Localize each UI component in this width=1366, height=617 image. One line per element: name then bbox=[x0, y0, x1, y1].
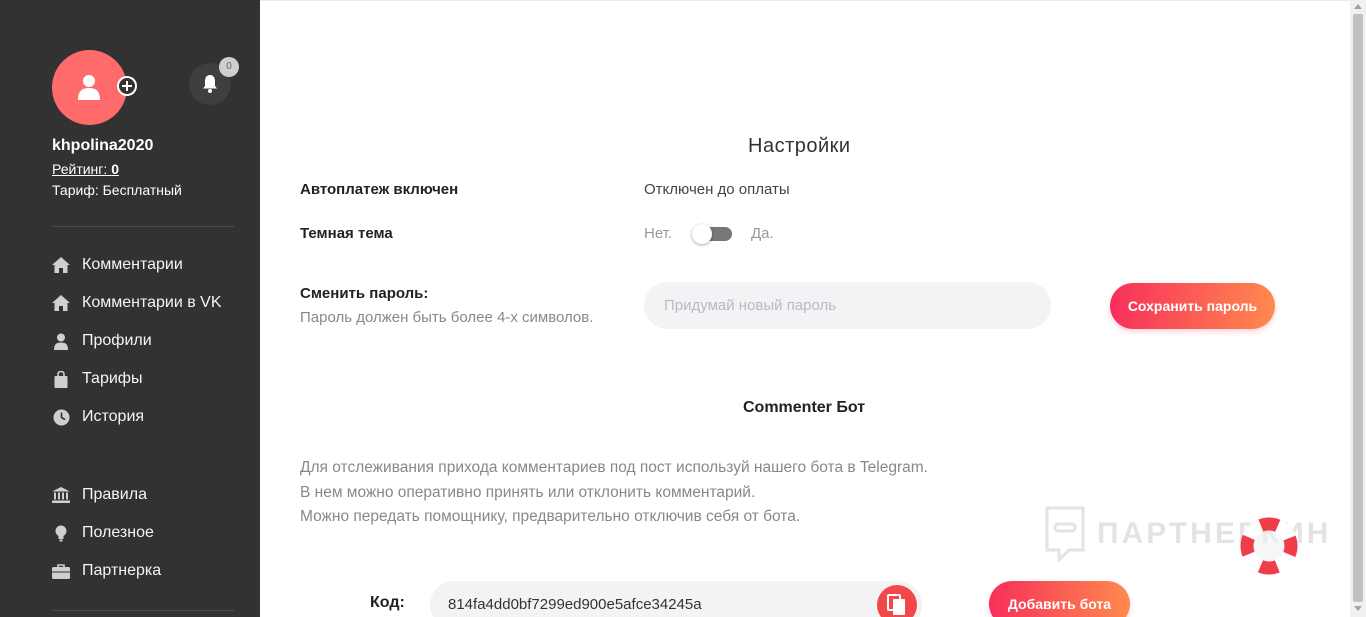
sidebar-item-label: История bbox=[82, 408, 145, 425]
sidebar-item-rules[interactable]: Правила bbox=[52, 483, 147, 507]
bag-icon bbox=[52, 370, 70, 388]
sidebar-item-comments-vk[interactable]: Комментарии в VK bbox=[52, 291, 222, 315]
home-icon bbox=[52, 256, 70, 274]
page-title: Настройки bbox=[748, 135, 851, 157]
sidebar-item-label: Профили bbox=[82, 332, 152, 349]
copy-code-button[interactable] bbox=[877, 585, 917, 617]
sidebar-item-label: Партнерка bbox=[82, 562, 162, 579]
new-password-input[interactable] bbox=[644, 282, 1051, 329]
change-password-label-text: Сменить пароль bbox=[300, 285, 424, 302]
user-icon bbox=[78, 75, 100, 100]
bot-description-line-2: В нем можно оперативно принять или откло… bbox=[300, 484, 756, 501]
bot-description-line-1: Для отслеживания прихода комментариев по… bbox=[300, 459, 928, 476]
scroll-up-arrow[interactable] bbox=[1354, 4, 1362, 9]
notifications-badge: 0 bbox=[219, 57, 239, 77]
toggle-knob[interactable] bbox=[692, 224, 712, 244]
dark-theme-label: Темная тема bbox=[300, 225, 393, 242]
autopay-label: Автоплатеж включен bbox=[300, 181, 459, 198]
save-password-button[interactable]: Сохранить пароль bbox=[1110, 283, 1275, 329]
sidebar-item-label: Комментарии bbox=[82, 256, 183, 273]
sidebar-item-comments[interactable]: Комментарии bbox=[52, 253, 183, 277]
change-password-label: Сменить пароль: bbox=[300, 285, 429, 302]
home-icon bbox=[52, 294, 70, 312]
avatar[interactable] bbox=[52, 50, 127, 125]
help-lifebuoy-button[interactable] bbox=[1238, 515, 1300, 582]
sidebar: 0 khpolina2020 Рейтинг: 0 Тариф: Бесплат… bbox=[0, 0, 260, 617]
bot-code-value: 814fa4dd0bf7299ed900e5afce34245a bbox=[448, 596, 702, 613]
lifebuoy-icon bbox=[1240, 517, 1298, 575]
rating-value: 0 bbox=[111, 161, 119, 177]
sidebar-item-label: Тарифы bbox=[82, 370, 143, 387]
bot-code-field[interactable]: 814fa4dd0bf7299ed900e5afce34245a bbox=[430, 581, 922, 617]
code-label: Код: bbox=[370, 594, 405, 611]
sidebar-item-label: Полезное bbox=[82, 524, 154, 541]
sidebar-item-useful[interactable]: Полезное bbox=[52, 521, 154, 545]
copy-icon bbox=[887, 594, 905, 615]
sidebar-item-history[interactable]: История bbox=[52, 405, 144, 429]
sidebar-divider bbox=[52, 610, 234, 611]
password-hint: Пароль должен быть более 4-х символов. bbox=[300, 309, 594, 326]
tariff-text: Тариф: Бесплатный bbox=[52, 182, 182, 198]
scroll-down-arrow[interactable] bbox=[1354, 606, 1362, 611]
page-scrollbar[interactable] bbox=[1350, 0, 1366, 617]
bell-icon bbox=[203, 75, 217, 93]
dark-theme-toggle[interactable] bbox=[692, 224, 732, 244]
bulb-icon bbox=[52, 524, 70, 542]
autopay-value: Отключен до оплаты bbox=[644, 181, 790, 198]
username: khpolina2020 bbox=[52, 137, 154, 154]
bot-description-line-3: Можно передать помощнику, предварительно… bbox=[300, 508, 801, 525]
clock-icon bbox=[52, 408, 70, 426]
scrollbar-thumb[interactable] bbox=[1353, 14, 1363, 602]
rating-link[interactable]: Рейтинг: 0 bbox=[52, 161, 119, 177]
bot-section-title: Commenter Бот bbox=[743, 399, 866, 416]
sidebar-divider bbox=[52, 226, 234, 227]
user-icon bbox=[52, 332, 70, 350]
dark-theme-yes: Да. bbox=[751, 225, 774, 242]
add-bot-button[interactable]: Добавить бота bbox=[989, 581, 1130, 617]
rating-label: Рейтинг: bbox=[52, 161, 108, 177]
add-avatar-icon[interactable] bbox=[117, 76, 137, 96]
bank-icon bbox=[52, 486, 70, 504]
sidebar-item-label: Комментарии в VK bbox=[82, 294, 222, 311]
sidebar-item-profiles[interactable]: Профили bbox=[52, 329, 152, 353]
sidebar-item-tariffs[interactable]: Тарифы bbox=[52, 367, 142, 391]
dark-theme-no: Нет. bbox=[644, 225, 673, 242]
partnerkin-logo bbox=[1045, 506, 1085, 562]
briefcase-icon bbox=[52, 562, 70, 580]
sidebar-item-label: Правила bbox=[82, 486, 147, 503]
sidebar-item-partner[interactable]: Партнерка bbox=[52, 559, 161, 583]
settings-panel: Настройки Автоплатеж включен Отключен до… bbox=[260, 0, 1350, 617]
